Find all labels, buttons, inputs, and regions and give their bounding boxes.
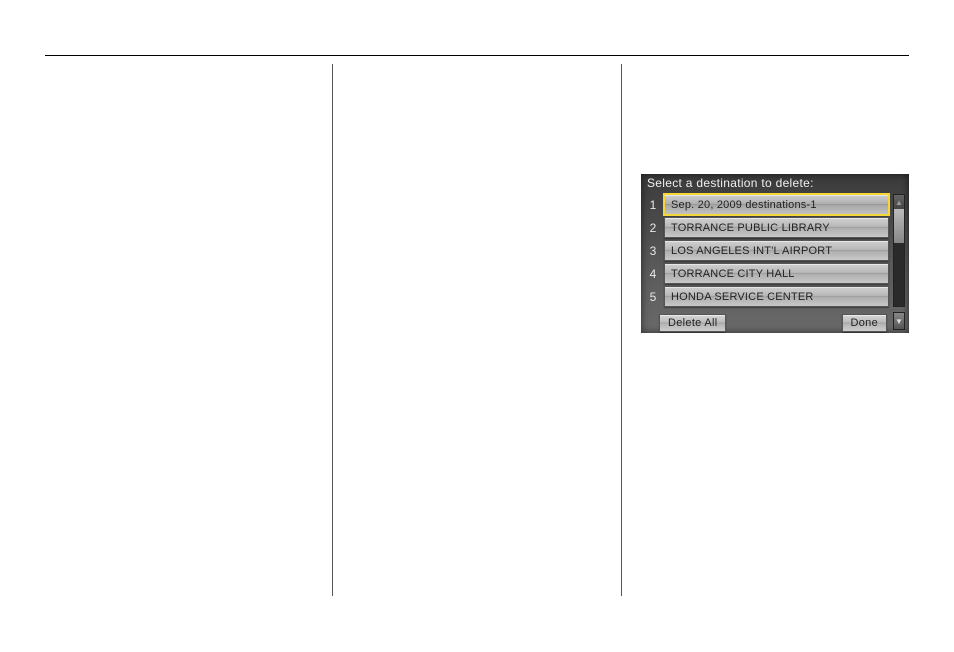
column-1	[45, 64, 332, 596]
row-label[interactable]: HONDA SERVICE CENTER	[664, 286, 889, 307]
destination-list-area: 1 Sep. 20, 2009 destinations-1 2 TORRANC…	[641, 194, 909, 307]
column-2	[333, 64, 620, 596]
navigation-screen: Select a destination to delete: 1 Sep. 2…	[641, 174, 909, 333]
page-top-rule	[45, 55, 909, 56]
list-item[interactable]: 4 TORRANCE CITY HALL	[645, 263, 889, 284]
nav-title: Select a destination to delete:	[641, 174, 909, 194]
list-item[interactable]: 5 HONDA SERVICE CENTER	[645, 286, 889, 307]
scroll-up-arrow-icon[interactable]: ▲	[894, 195, 904, 209]
row-number: 5	[645, 286, 661, 307]
list-item[interactable]: 1 Sep. 20, 2009 destinations-1	[645, 194, 889, 215]
row-label[interactable]: LOS ANGELES INT'L AIRPORT	[664, 240, 889, 261]
destination-list: 1 Sep. 20, 2009 destinations-1 2 TORRANC…	[645, 194, 889, 307]
scroll-thumb[interactable]	[894, 209, 904, 243]
bottom-button-bar: Delete All Done	[641, 310, 909, 333]
row-label[interactable]: Sep. 20, 2009 destinations-1	[664, 194, 889, 215]
row-number: 2	[645, 217, 661, 238]
row-label[interactable]: TORRANCE PUBLIC LIBRARY	[664, 217, 889, 238]
row-number: 4	[645, 263, 661, 284]
scroll-down-arrow-icon[interactable]: ▼	[893, 312, 905, 330]
row-number: 3	[645, 240, 661, 261]
scrollbar[interactable]: ▲	[893, 194, 905, 307]
list-item[interactable]: 3 LOS ANGELES INT'L AIRPORT	[645, 240, 889, 261]
row-number: 1	[645, 194, 661, 215]
delete-all-button[interactable]: Delete All	[659, 314, 726, 332]
row-label[interactable]: TORRANCE CITY HALL	[664, 263, 889, 284]
list-item[interactable]: 2 TORRANCE PUBLIC LIBRARY	[645, 217, 889, 238]
scroll-track[interactable]	[894, 209, 904, 306]
done-button[interactable]: Done	[842, 314, 888, 332]
